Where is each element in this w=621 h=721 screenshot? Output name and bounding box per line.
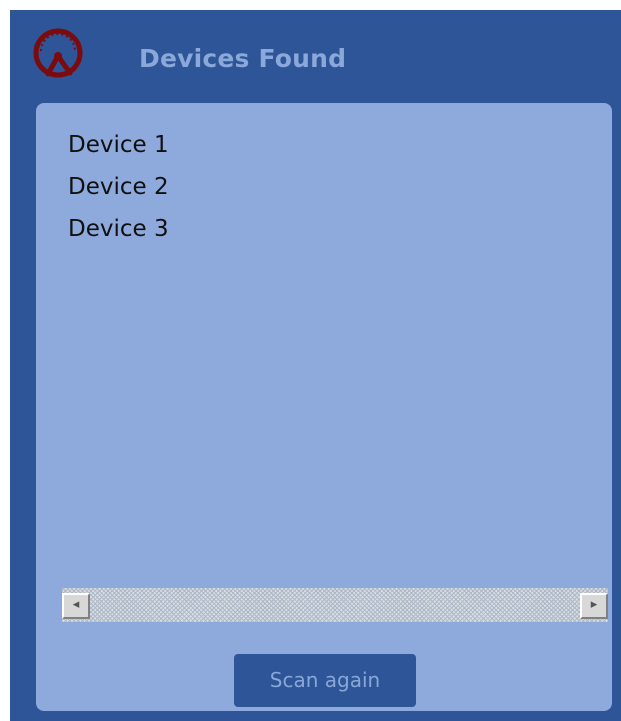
- speedometer-icon: [32, 27, 84, 79]
- device-list-item[interactable]: Device 3: [68, 213, 169, 255]
- page-title: Devices Found: [139, 44, 347, 73]
- device-list-item[interactable]: Device 1: [68, 129, 169, 171]
- devices-panel: Device 1 Device 2 Device 3 ◂ ▸ Scan agai…: [36, 103, 612, 711]
- device-list: Device 1 Device 2 Device 3: [68, 129, 169, 255]
- horizontal-scrollbar[interactable]: ◂ ▸: [62, 588, 608, 622]
- scroll-left-button[interactable]: ◂: [62, 593, 90, 619]
- device-list-item[interactable]: Device 2: [68, 171, 169, 213]
- scroll-right-button[interactable]: ▸: [580, 593, 608, 619]
- scroll-left-arrow-icon: ◂: [72, 597, 80, 612]
- devices-window: Devices Found Device 1 Device 2 Device 3…: [10, 10, 621, 721]
- scan-again-button[interactable]: Scan again: [234, 654, 416, 707]
- scroll-right-arrow-icon: ▸: [590, 597, 598, 612]
